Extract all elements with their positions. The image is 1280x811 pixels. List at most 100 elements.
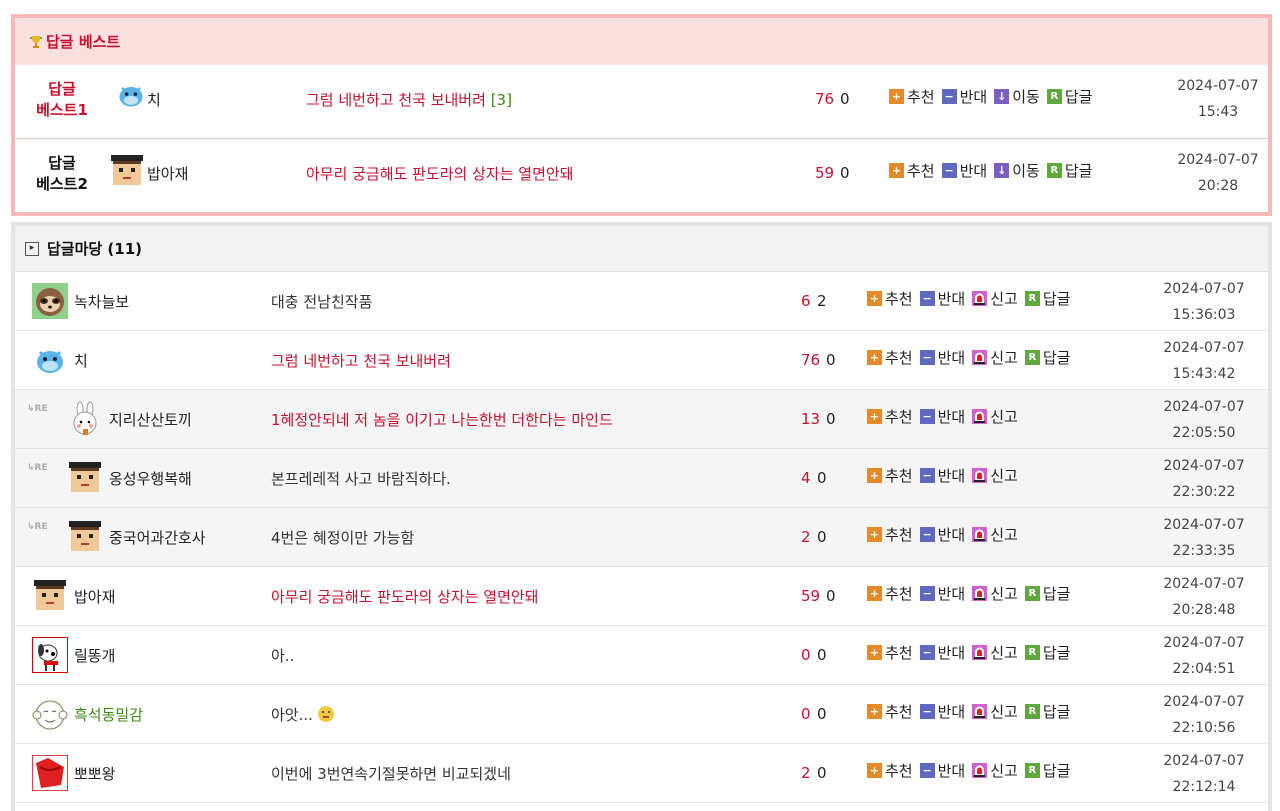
dog-icon[interactable] — [31, 636, 69, 674]
oppose-label: 반대 — [937, 762, 966, 780]
reply-label: 답글 — [1064, 88, 1093, 106]
oppose-label: 반대 — [937, 290, 966, 308]
author-nickname[interactable]: 중국어과간호사 — [109, 527, 206, 548]
report-button[interactable]: 신고 — [972, 642, 1018, 663]
nested-reply-row: ↳RE 옹성우행복해 본프레레적 사고 바람직하다. 4 0 + 추천 − 반대 신고 2024-0… — [15, 449, 1268, 508]
re-indent-icon: ↳RE — [27, 404, 48, 414]
reply-button[interactable]: R 답글 — [1024, 642, 1070, 663]
reply-button[interactable]: R 답글 — [1046, 160, 1092, 181]
oppose-button[interactable]: − 반대 — [941, 160, 988, 181]
reply-button[interactable]: R 답글 — [1024, 583, 1070, 604]
best-reply-row: 답글 베스트1 치 그럼 네번하고 천국 보내버려 [3] 76 0 + 추천 − 반대 ↓ 이동 R 답… — [15, 65, 1268, 138]
upvote-count: 4 — [801, 469, 811, 487]
reply-datetime: 2024-07-07 22:10:56 — [1163, 694, 1245, 736]
reply-button[interactable]: R 답글 — [1024, 288, 1070, 309]
minus-icon: − — [919, 527, 935, 542]
reply-datetime: 2024-07-07 15:43:42 — [1163, 340, 1245, 382]
reply-datetime: 2024-07-07 22:30:22 — [1163, 458, 1245, 500]
recommend-button[interactable]: + 추천 — [867, 288, 913, 309]
reply-button[interactable]: R 답글 — [1024, 347, 1070, 368]
recommend-button[interactable]: + 추천 — [867, 406, 913, 427]
move-button[interactable]: ↓ 이동 — [994, 86, 1040, 107]
upvote-count: 76 — [815, 90, 835, 108]
minus-icon: − — [919, 645, 935, 660]
author-nickname[interactable]: 치 — [147, 89, 161, 110]
recommend-button[interactable]: + 추천 — [867, 701, 913, 722]
reply-content[interactable]: 이번에 3번연속기절못하면 비교되겠네 — [271, 763, 511, 784]
minus-icon: − — [919, 409, 935, 424]
report-button[interactable]: 신고 — [972, 760, 1018, 781]
monkey-icon[interactable] — [32, 696, 68, 732]
reply-content[interactable]: 아무리 궁금해도 판도라의 상자는 열면안돼 — [271, 586, 538, 607]
recommend-button[interactable]: + 추천 — [867, 760, 913, 781]
author-nickname[interactable]: 지리산산토끼 — [109, 409, 192, 430]
oppose-button[interactable]: − 반대 — [919, 406, 966, 427]
reply-content[interactable]: 아.. — [271, 645, 294, 666]
report-button[interactable]: 신고 — [972, 701, 1018, 722]
recommend-button[interactable]: + 추천 — [889, 160, 935, 181]
recommend-button[interactable]: + 추천 — [867, 642, 913, 663]
recommend-label: 추천 — [885, 408, 913, 426]
reply-content[interactable]: 아무리 궁금해도 판도라의 상자는 열면안돼 — [306, 163, 573, 184]
red-bag-icon[interactable] — [31, 754, 69, 792]
plus-icon: + — [867, 291, 882, 306]
reply-content[interactable]: 그럼 네번하고 천국 보내버려 — [271, 350, 451, 371]
pixel-man-icon[interactable] — [67, 460, 103, 496]
author-nickname[interactable]: 릴똥개 — [74, 645, 115, 666]
author-nickname[interactable]: 밥아재 — [74, 586, 115, 607]
blue-bird-icon[interactable] — [32, 342, 68, 378]
reply-button[interactable]: R 답글 — [1046, 86, 1093, 107]
pixel-man-icon[interactable] — [67, 519, 103, 555]
reply-button[interactable]: R 답글 — [1024, 760, 1070, 781]
report-button[interactable]: 신고 — [972, 347, 1018, 368]
reply-content[interactable]: 그럼 네번하고 천국 보내버려 [3] — [306, 89, 512, 110]
reply-content[interactable]: 1혜정안되네 저 놈을 이기고 나는한번 더한다는 마인드 — [271, 409, 613, 430]
recommend-button[interactable]: + 추천 — [867, 524, 913, 545]
reply-content[interactable]: 아앗... — [271, 704, 334, 725]
author-nickname[interactable]: 밥아재 — [147, 163, 188, 184]
report-button[interactable]: 신고 — [972, 583, 1018, 604]
expand-arrow-icon[interactable]: ▸ — [25, 241, 39, 256]
rabbit-icon[interactable] — [67, 401, 103, 437]
oppose-button[interactable]: − 반대 — [919, 465, 965, 486]
recommend-button[interactable]: + 추천 — [867, 465, 913, 486]
reply-label: 답글 — [1042, 703, 1071, 721]
sloth-icon[interactable] — [32, 283, 68, 319]
recommend-label: 추천 — [885, 526, 913, 544]
oppose-button[interactable]: − 반대 — [919, 642, 965, 663]
report-button[interactable]: 신고 — [972, 406, 1018, 427]
pixel-man-icon[interactable] — [32, 578, 68, 614]
recommend-button[interactable]: + 추천 — [889, 86, 935, 107]
best-rank-label: 답글 베스트2 — [36, 154, 88, 193]
author-nickname[interactable]: 녹차늘보 — [74, 291, 129, 312]
oppose-button[interactable]: − 반대 — [919, 583, 965, 604]
recommend-button[interactable]: + 추천 — [867, 347, 913, 368]
plus-icon: + — [867, 350, 882, 365]
reply-list-header[interactable]: ▸ 답글마당 (11) — [15, 226, 1268, 272]
author-nickname[interactable]: 흑석동밀감 — [74, 704, 143, 725]
author-nickname[interactable]: 뽀뽀왕 — [74, 763, 115, 784]
oppose-button[interactable]: − 반대 — [919, 347, 965, 368]
oppose-label: 반대 — [959, 162, 988, 180]
move-button[interactable]: ↓ 이동 — [994, 160, 1040, 181]
reply-content[interactable]: 본프레레적 사고 바람직하다. — [271, 468, 451, 489]
reply-content[interactable]: 대충 전남친작품 — [271, 291, 372, 312]
oppose-label: 반대 — [937, 408, 966, 426]
recommend-button[interactable]: + 추천 — [867, 583, 913, 604]
author-nickname[interactable]: 치 — [74, 350, 88, 371]
oppose-button[interactable]: − 반대 — [919, 701, 965, 722]
author-nickname[interactable]: 옹성우행복해 — [109, 468, 192, 489]
report-label: 신고 — [990, 349, 1018, 367]
reply-content[interactable]: 4번은 혜정이만 가능함 — [271, 527, 414, 548]
blue-bird-icon[interactable] — [115, 79, 147, 111]
oppose-button[interactable]: − 반대 — [941, 86, 987, 107]
report-button[interactable]: 신고 — [972, 524, 1018, 545]
pixel-man-icon[interactable] — [109, 153, 145, 189]
oppose-button[interactable]: − 반대 — [919, 288, 966, 309]
reply-r-icon: R — [1024, 763, 1040, 778]
report-button[interactable]: 신고 — [972, 288, 1018, 309]
report-button[interactable]: 신고 — [972, 465, 1018, 486]
reply-button[interactable]: R 답글 — [1024, 701, 1071, 722]
oppose-button[interactable]: − 반대 — [919, 524, 965, 545]
oppose-button[interactable]: − 반대 — [919, 760, 966, 781]
